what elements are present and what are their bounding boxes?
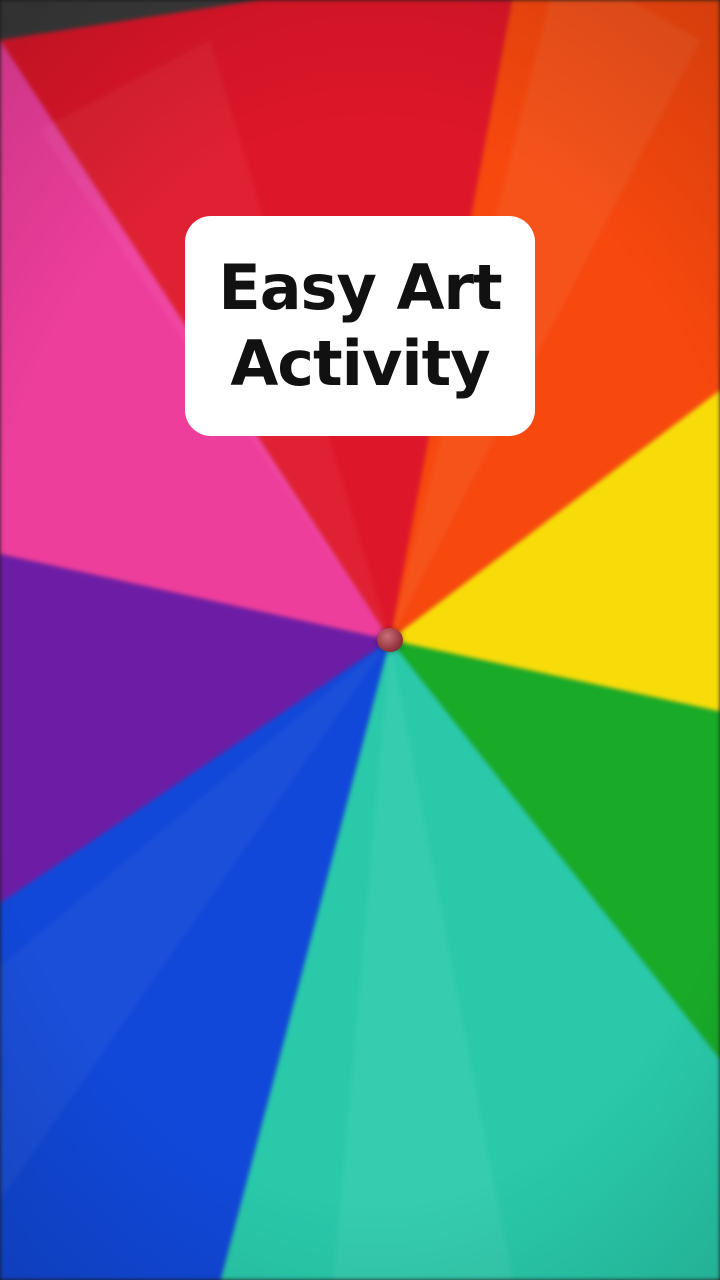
caption-title-line-2: Activity [230,327,490,400]
rainbow-wheel [0,0,720,1280]
wheel-center-pin [377,628,403,652]
caption-title-line-1: Easy Art [218,251,502,324]
caption-card: Easy Art Activity [185,216,535,436]
video-frame: Easy Art Activity [0,0,720,1280]
